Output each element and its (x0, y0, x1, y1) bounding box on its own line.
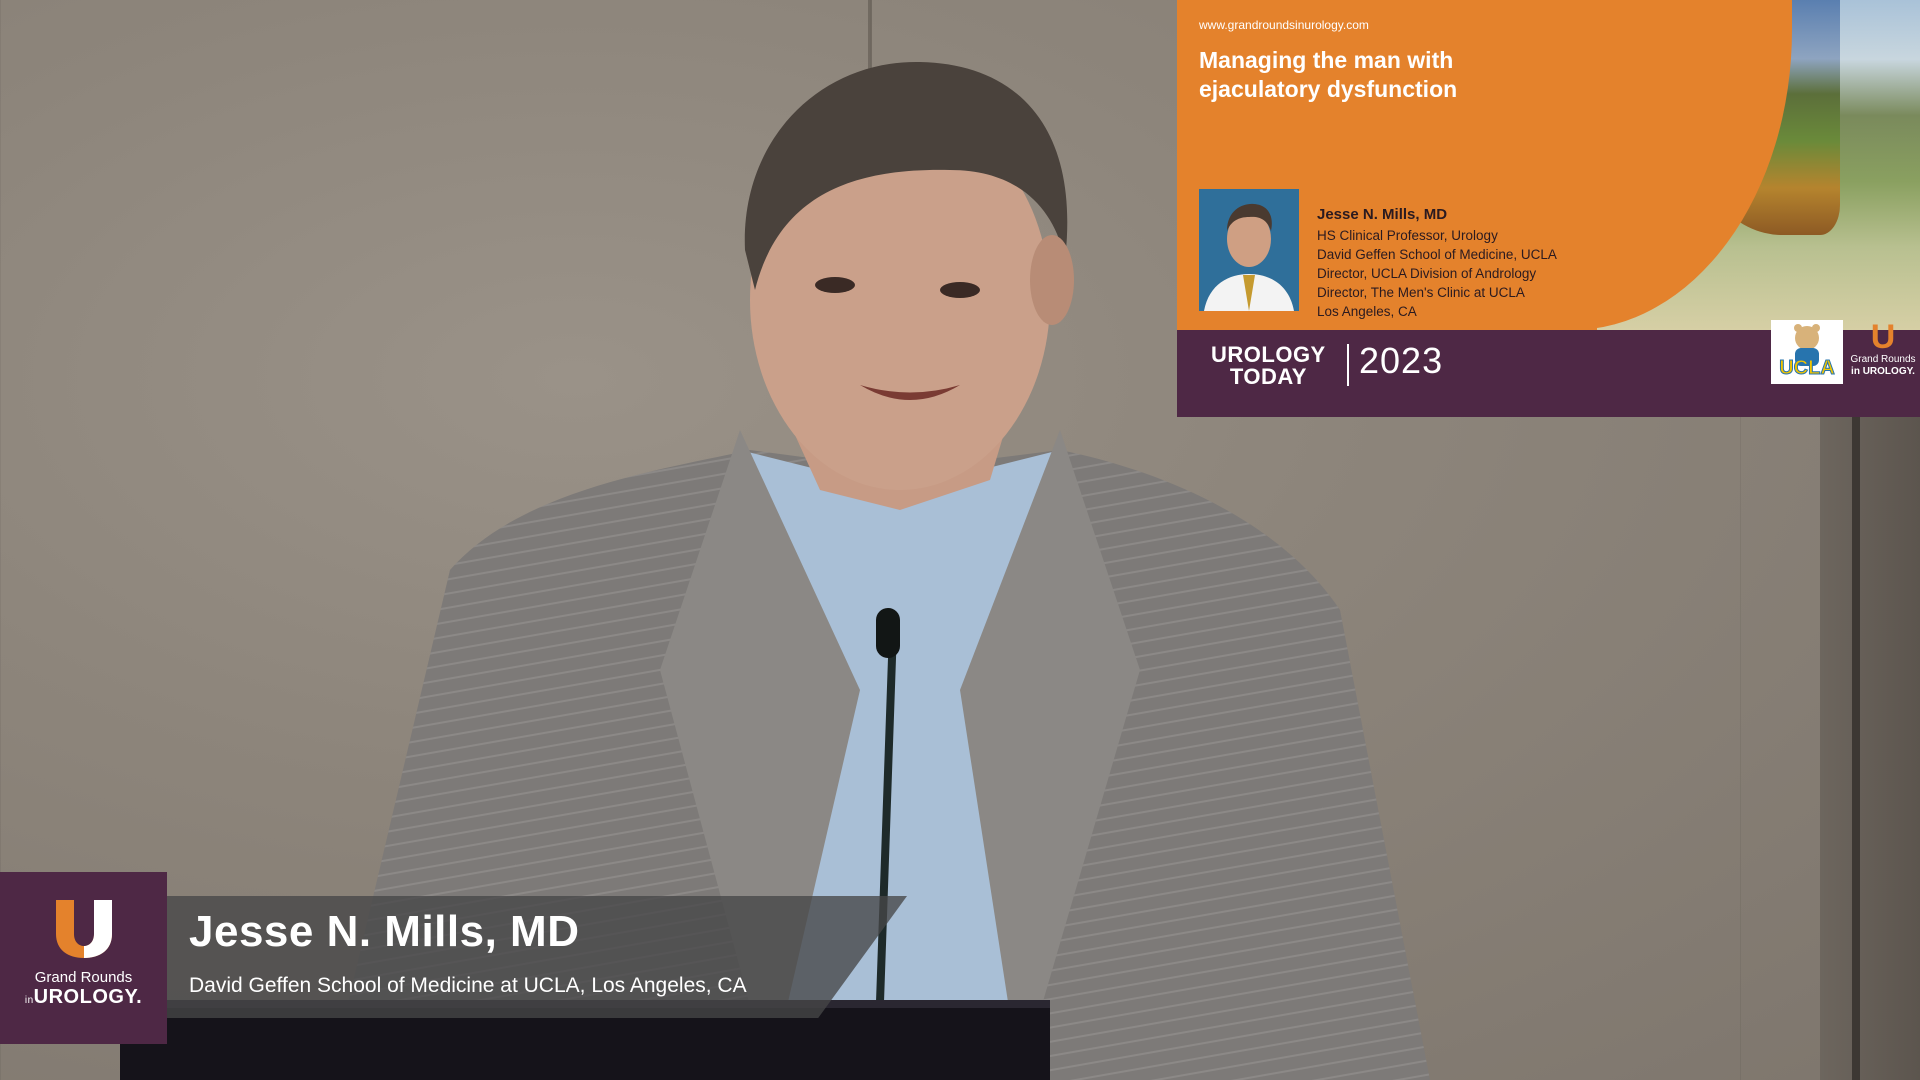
card-speaker-name: Jesse N. Mills, MD (1317, 206, 1448, 223)
talk-title-line-2: ejaculatory dysfunction (1199, 76, 1458, 102)
urology-today-logo: UROLOGY TODAY (1211, 344, 1326, 388)
speaker-name: Jesse N. Mills, MD (189, 907, 580, 956)
gr-small-line-1: Grand Rounds (1850, 354, 1916, 365)
microphone (876, 608, 900, 658)
gr-small-line-2: in UROLOGY. (1851, 366, 1915, 377)
title-card: www.grandroundsinurology.com Managing th… (1177, 0, 1920, 417)
brand-line-1: UROLOGY (1211, 342, 1326, 367)
logo-line-2: inUROLOGY. (0, 986, 167, 1012)
ucla-bruin-logo: UCLA (1771, 320, 1843, 384)
grand-rounds-logo-small: U Grand Rounds in UROLOGY. (1849, 320, 1917, 386)
card-url: www.grandroundsinurology.com (1199, 18, 1369, 32)
speaker-affiliation: David Geffen School of Medicine at UCLA,… (189, 974, 747, 997)
headshot-image (1199, 189, 1299, 311)
speaker-headshot (1199, 189, 1299, 311)
logo-urology: UROLOGY. (33, 986, 143, 1008)
u-logo-icon: U (1870, 318, 1896, 356)
card-speaker-line-3: Director, UCLA Division of Andrology (1317, 266, 1537, 281)
card-speaker-line-1: HS Clinical Professor, Urology (1317, 228, 1498, 243)
event-year: 2023 (1359, 340, 1444, 381)
grand-rounds-logo: Grand Rounds inUROLOGY. (0, 872, 167, 1044)
card-speaker-line-4: Director, The Men's Clinic at UCLA (1317, 285, 1525, 300)
wall-edge (1852, 415, 1860, 1080)
logo-in: in (24, 995, 34, 1006)
talk-title-line-1: Managing the man with (1199, 47, 1454, 73)
card-speaker-line-2: David Geffen School of Medicine, UCLA (1317, 247, 1557, 262)
brand-divider (1347, 344, 1349, 386)
u-logo-icon (55, 900, 112, 958)
talk-title: Managing the man with ejaculatory dysfun… (1199, 46, 1559, 104)
ucla-label: UCLA (1779, 357, 1836, 380)
logo-line-1: Grand Rounds (34, 969, 133, 986)
card-speaker-line-5: Los Angeles, CA (1317, 304, 1417, 319)
podium (120, 1008, 1050, 1080)
brand-line-2: TODAY (1229, 364, 1307, 389)
